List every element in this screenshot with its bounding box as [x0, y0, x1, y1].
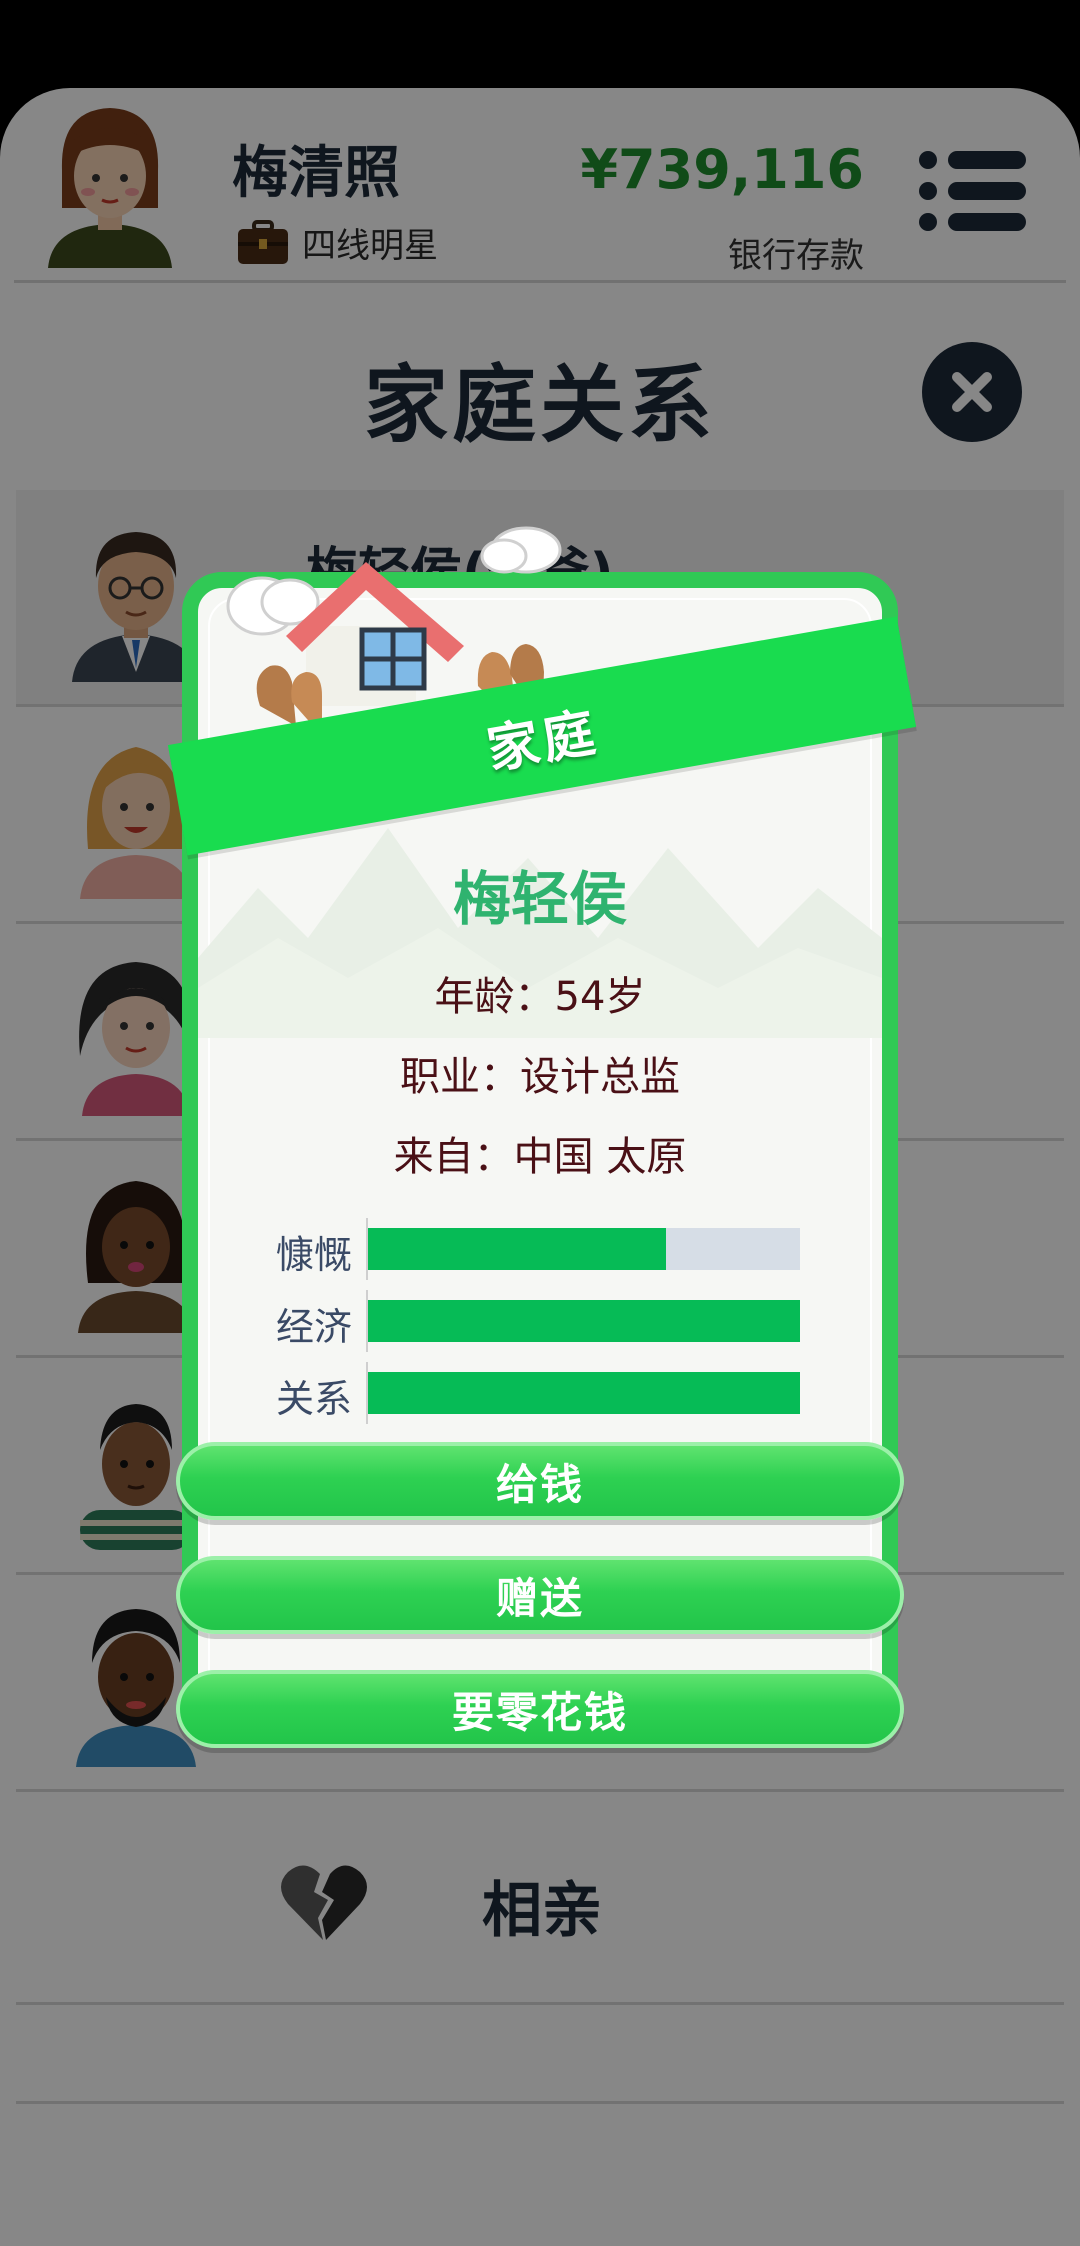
- stat-bar-track: [368, 1228, 800, 1270]
- dialog-banner-title: 家庭: [482, 702, 604, 781]
- ask-allowance-button[interactable]: 要零花钱: [176, 1670, 904, 1748]
- gift-button[interactable]: 赠送: [176, 1556, 904, 1634]
- stat-bar-track: [368, 1300, 800, 1342]
- member-occupation: 职业：设计总监: [400, 1054, 680, 1100]
- stat-label: 慷慨: [275, 1233, 352, 1277]
- stat-relationship: 关系: [256, 1362, 808, 1424]
- stat-bar-fill: [368, 1300, 800, 1342]
- stat-economy: 经济: [256, 1290, 808, 1352]
- member-origin: 来自：中国 太原: [393, 1134, 687, 1180]
- stat-generosity: 慷慨: [256, 1218, 808, 1280]
- stat-bar-track: [368, 1372, 800, 1414]
- stat-label: 关系: [275, 1377, 352, 1421]
- stat-bar-fill: [368, 1228, 667, 1270]
- member-age: 年龄：54岁: [434, 974, 646, 1020]
- give-money-button[interactable]: 给钱: [176, 1442, 904, 1520]
- member-name: 梅轻侯: [452, 865, 627, 933]
- stat-bar-fill: [368, 1372, 800, 1414]
- stat-label: 经济: [275, 1305, 352, 1349]
